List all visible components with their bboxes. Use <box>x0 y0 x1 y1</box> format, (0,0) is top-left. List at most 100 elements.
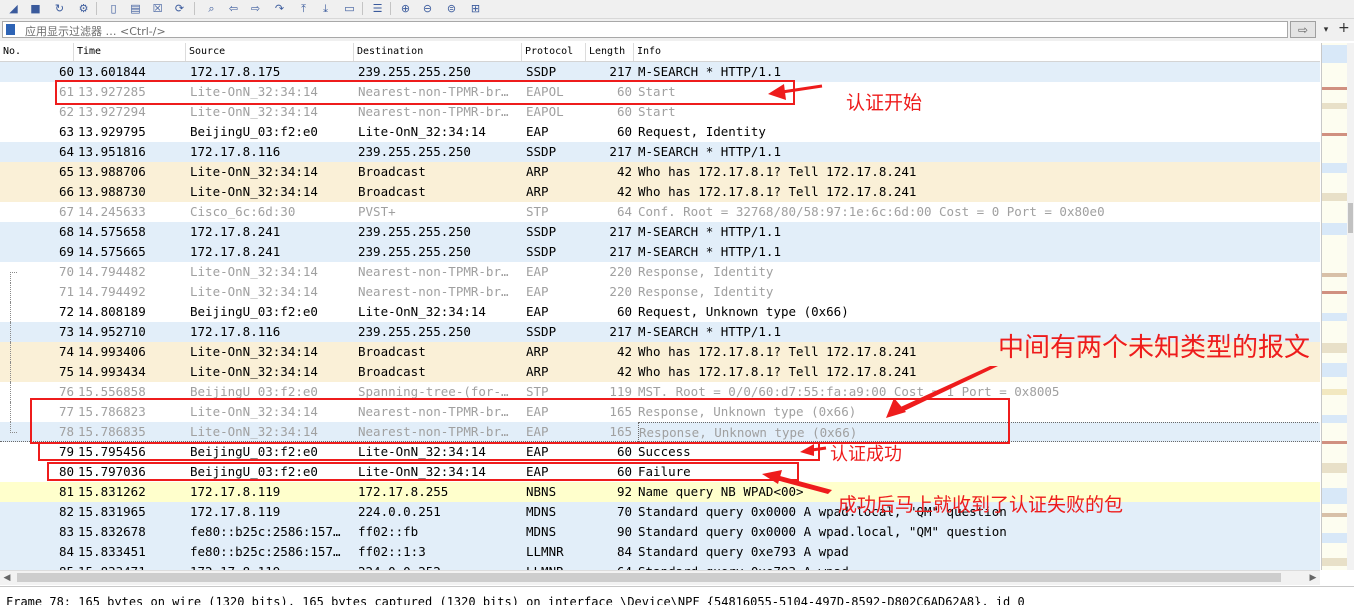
column-header-protocol[interactable]: Protocol <box>522 43 586 61</box>
display-filter-input[interactable]: 应用显示过滤器 … <Ctrl-/> <box>2 21 1288 38</box>
packet-dst: 172.17.8.255 <box>358 484 449 499</box>
packet-dst: 239.255.255.250 <box>358 324 471 339</box>
packet-row[interactable]: 65 13.988706 Lite-OnN_32:34:14 Broadcast ARP… <box>0 162 1320 182</box>
column-header-destination[interactable]: Destination <box>354 43 522 61</box>
packet-time: 14.575665 <box>78 244 146 259</box>
packet-info: Conf. Root = 32768/80/58:97:1e:6c:6d:00 … <box>638 204 1105 219</box>
add-filter-button[interactable]: + <box>1338 20 1350 36</box>
go-to-packet-icon[interactable]: ↷ <box>272 1 287 16</box>
packet-row[interactable]: 64 13.951816 172.17.8.116 239.255.255.250 SS… <box>0 142 1320 162</box>
packet-len: 217 <box>609 324 632 339</box>
packet-minimap[interactable] <box>1321 43 1348 570</box>
minimap-stripe <box>1322 488 1348 504</box>
bookmark-icon[interactable] <box>6 24 15 35</box>
column-header-source[interactable]: Source <box>186 43 354 61</box>
packet-row[interactable]: 66 13.988730 Lite-OnN_32:34:14 Broadcast ARP… <box>0 182 1320 202</box>
packet-proto: ARP <box>526 364 549 379</box>
packet-len: 64 <box>586 562 632 570</box>
packet-src: Lite-OnN_32:34:14 <box>190 264 318 279</box>
conversation-tree-line <box>10 422 17 433</box>
packet-dst: 239.255.255.250 <box>358 244 471 259</box>
packet-row[interactable]: 63 13.929795 BeijingU_03:f2:e0 Lite-OnN_32:… <box>0 122 1320 142</box>
zoom-out-icon[interactable]: ⊖ <box>420 1 435 16</box>
scroll-right-icon[interactable]: ▶ <box>1306 571 1320 585</box>
packet-dst: PVST+ <box>358 204 396 219</box>
packet-dst: ff02::fb <box>358 524 419 539</box>
open-file-icon[interactable]: ▯ <box>106 1 121 16</box>
filter-history-dropdown[interactable]: ▾ <box>1319 21 1333 38</box>
packet-src: 172.17.8.241 <box>190 224 281 239</box>
packet-len: 217 <box>609 64 632 79</box>
packet-row[interactable]: 60 13.601844 172.17.8.175 239.255.255.250 SS… <box>0 62 1320 82</box>
resize-columns-icon[interactable]: ⊞ <box>468 1 483 16</box>
conversation-tree-line <box>10 382 17 402</box>
normal-size-icon[interactable]: ⊜ <box>444 1 459 16</box>
go-forward-icon[interactable]: ⇨ <box>248 1 263 16</box>
packet-no: 69 <box>58 244 74 259</box>
toolbar-separator <box>96 2 97 15</box>
close-file-icon[interactable]: ☒ <box>150 1 165 16</box>
packet-proto: SSDP <box>526 244 557 259</box>
packet-src: 172.17.8.119 <box>190 562 354 570</box>
scroll-left-icon[interactable]: ◀ <box>0 571 14 585</box>
packet-row[interactable]: 69 14.575665 172.17.8.241 239.255.255.250 SS… <box>0 242 1320 262</box>
packet-len: 217 <box>609 144 632 159</box>
column-header-length[interactable]: Length <box>586 43 634 61</box>
packet-row[interactable]: 85 15.833471 172.17.8.119 224.0.0.252 LLMNR6… <box>0 562 1320 570</box>
column-header-no[interactable]: No. <box>0 43 74 61</box>
shark-fin-icon[interactable]: ◢ <box>6 1 21 16</box>
packet-row[interactable]: 75 14.993434 Lite-OnN_32:34:14 Broadcast ARP… <box>0 362 1320 382</box>
toolbar-separator <box>362 2 363 15</box>
stop-icon[interactable]: ■ <box>28 1 43 16</box>
first-packet-icon[interactable]: ⤒ <box>296 1 311 16</box>
packet-proto: SSDP <box>526 144 557 159</box>
packet-proto: ARP <box>526 164 549 179</box>
packet-time: 14.794482 <box>78 264 146 279</box>
packet-no: 85 <box>0 562 74 570</box>
packet-info: Response, Identity <box>638 264 774 279</box>
save-file-icon[interactable]: ▤ <box>128 1 143 16</box>
conversation-tree-line <box>10 342 17 362</box>
annotation-box-success <box>38 442 820 461</box>
vertical-scroll-thumb[interactable] <box>1348 203 1353 233</box>
column-header-info[interactable]: Info <box>634 43 1320 61</box>
packet-no: 82 <box>58 504 74 519</box>
packet-row[interactable]: 72 14.808189 BeijingU_03:f2:e0 Lite-OnN_32:… <box>0 302 1320 322</box>
packet-row[interactable]: 84 15.833451 fe80::b25c:2586:157… ff02::1:3… <box>0 542 1320 562</box>
zoom-in-icon[interactable]: ⊕ <box>398 1 413 16</box>
minimap-stripe <box>1322 103 1348 109</box>
find-icon[interactable]: ⌕ <box>204 1 219 16</box>
packet-info: Start <box>638 104 676 119</box>
packet-len: 60 <box>616 304 632 319</box>
vertical-scrollbar[interactable] <box>1347 43 1354 570</box>
horizontal-scrollbar[interactable]: ◀ ▶ <box>0 570 1320 585</box>
packet-time: 15.833451 <box>78 544 146 559</box>
packet-len: 42 <box>616 344 632 359</box>
autoscroll-icon[interactable]: ▭ <box>342 1 357 16</box>
packet-no: 64 <box>58 144 74 159</box>
filter-placeholder: 应用显示过滤器 … <Ctrl-/> <box>25 25 166 38</box>
minimap-stripe <box>1322 363 1348 377</box>
packet-row[interactable]: 67 14.245633 Cisco_6c:6d:30 PVST+ STP 64 Conf.… <box>0 202 1320 222</box>
packet-row[interactable]: 83 15.832678 fe80::b25c:2586:157… ff02::fb M… <box>0 522 1320 542</box>
horizontal-scroll-thumb[interactable] <box>17 573 1281 582</box>
restart-icon[interactable]: ↻ <box>52 1 67 16</box>
packet-row[interactable]: 70 14.794482 Lite-OnN_32:34:14 Nearest-non-… <box>0 262 1320 283</box>
minimap-stripe <box>1322 273 1348 277</box>
reload-icon[interactable]: ⟳ <box>172 1 187 16</box>
packet-row[interactable]: 62 13.927294 Lite-OnN_32:34:14 Nearest-non-… <box>0 102 1320 122</box>
column-header-time[interactable]: Time <box>74 43 186 61</box>
last-packet-icon[interactable]: ⤓ <box>318 1 333 16</box>
packet-len: 70 <box>616 504 632 519</box>
packet-no: 81 <box>58 484 74 499</box>
minimap-stripe <box>1322 87 1348 90</box>
packet-row[interactable]: 68 14.575658 172.17.8.241 239.255.255.250 SS… <box>0 222 1320 242</box>
go-back-icon[interactable]: ⇦ <box>226 1 241 16</box>
apply-filter-button[interactable]: ⇨ <box>1290 21 1316 38</box>
packet-info: M-SEARCH * HTTP/1.1 <box>638 64 781 79</box>
packet-len: 42 <box>616 184 632 199</box>
capture-options-icon[interactable]: ⚙ <box>76 1 91 16</box>
colorize-icon[interactable]: ☰ <box>370 1 385 16</box>
packet-row[interactable]: 71 14.794492 Lite-OnN_32:34:14 Nearest-non-… <box>0 282 1320 302</box>
minimap-stripe <box>1322 441 1348 444</box>
